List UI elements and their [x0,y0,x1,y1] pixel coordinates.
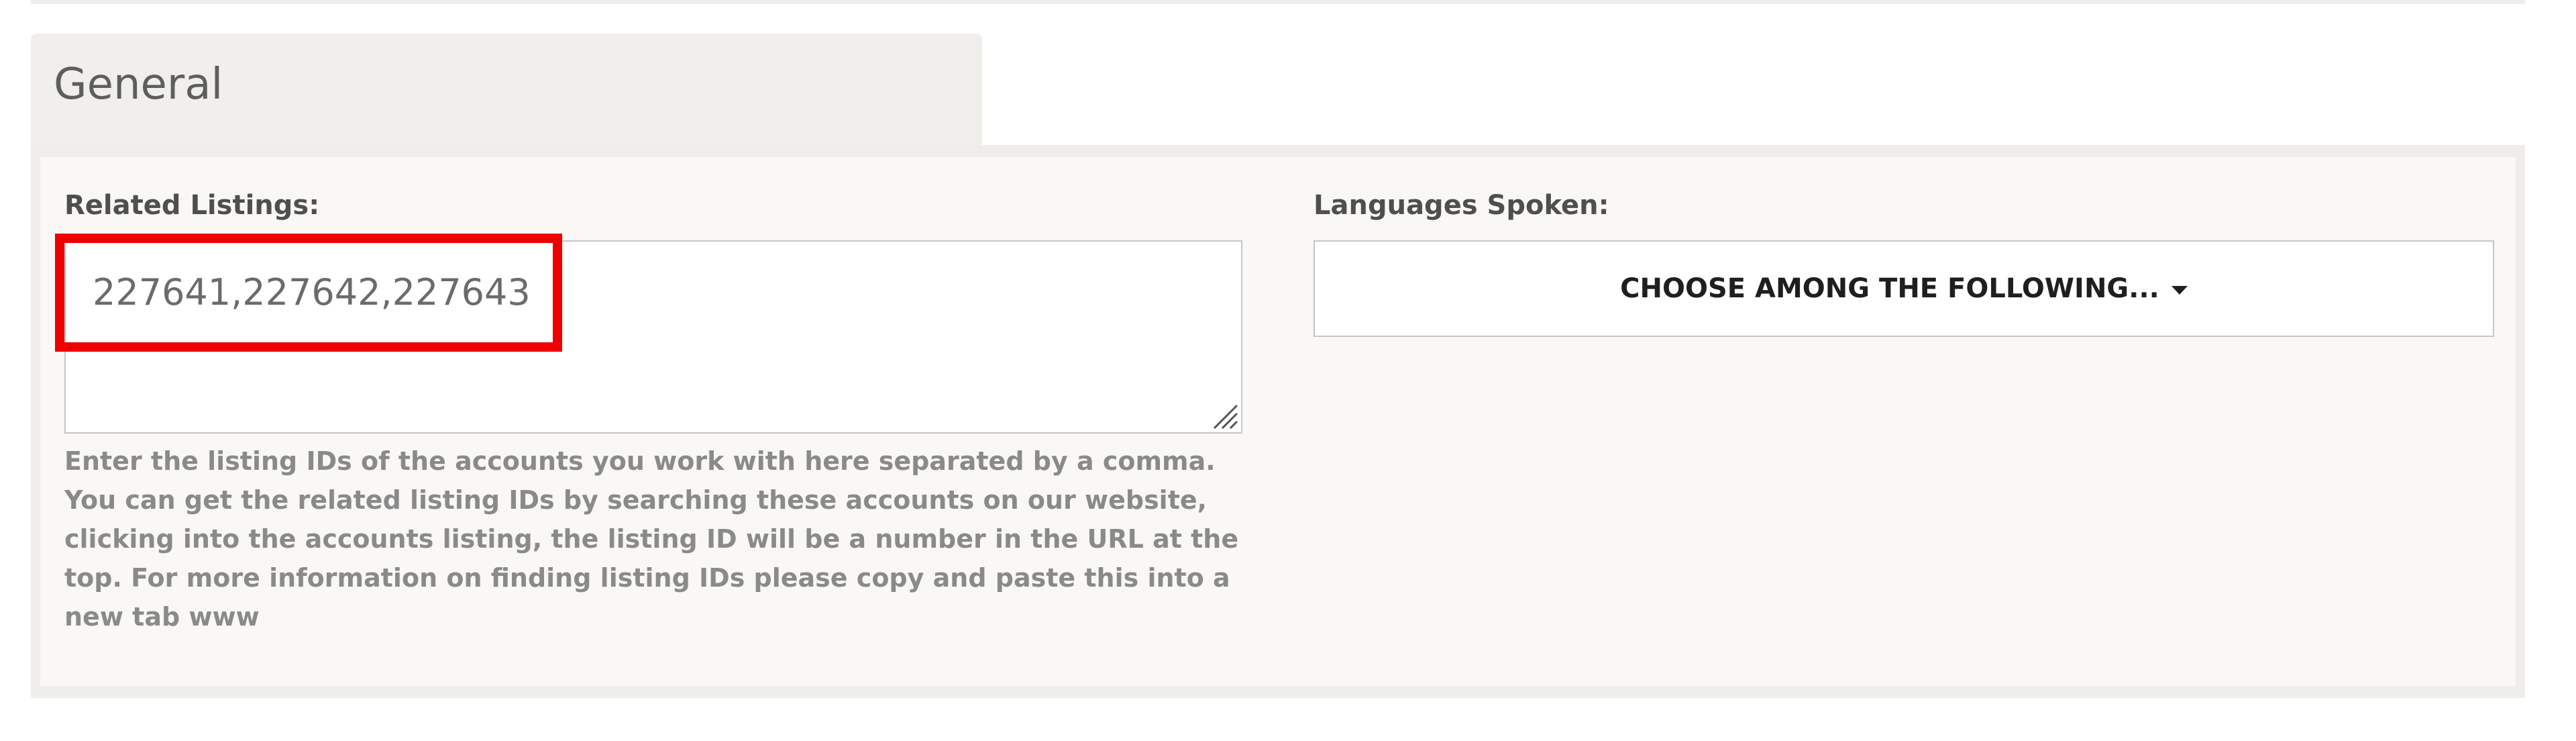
resize-handle-icon[interactable] [1209,400,1238,430]
section-title: General [54,60,223,109]
related-listings-label: Related Listings: [64,190,320,221]
caret-down-icon [2171,285,2188,295]
related-listings-value: 227641,227642,227643 [93,271,531,313]
general-panel: Related Listings: 227641,227642,227643 E… [31,145,2525,698]
general-panel-content: Related Listings: 227641,227642,227643 E… [40,157,2516,686]
related-listings-textarea[interactable]: 227641,227642,227643 [64,240,1242,434]
languages-dropdown-label: CHOOSE AMONG THE FOLLOWING... [1620,273,2159,304]
related-listings-help-text: Enter the listing IDs of the accounts yo… [64,446,1239,632]
languages-dropdown-button[interactable]: CHOOSE AMONG THE FOLLOWING... [1313,240,2494,337]
section-tab-general: General [31,34,982,145]
top-divider [31,0,2525,4]
languages-spoken-label: Languages Spoken: [1313,190,1609,221]
